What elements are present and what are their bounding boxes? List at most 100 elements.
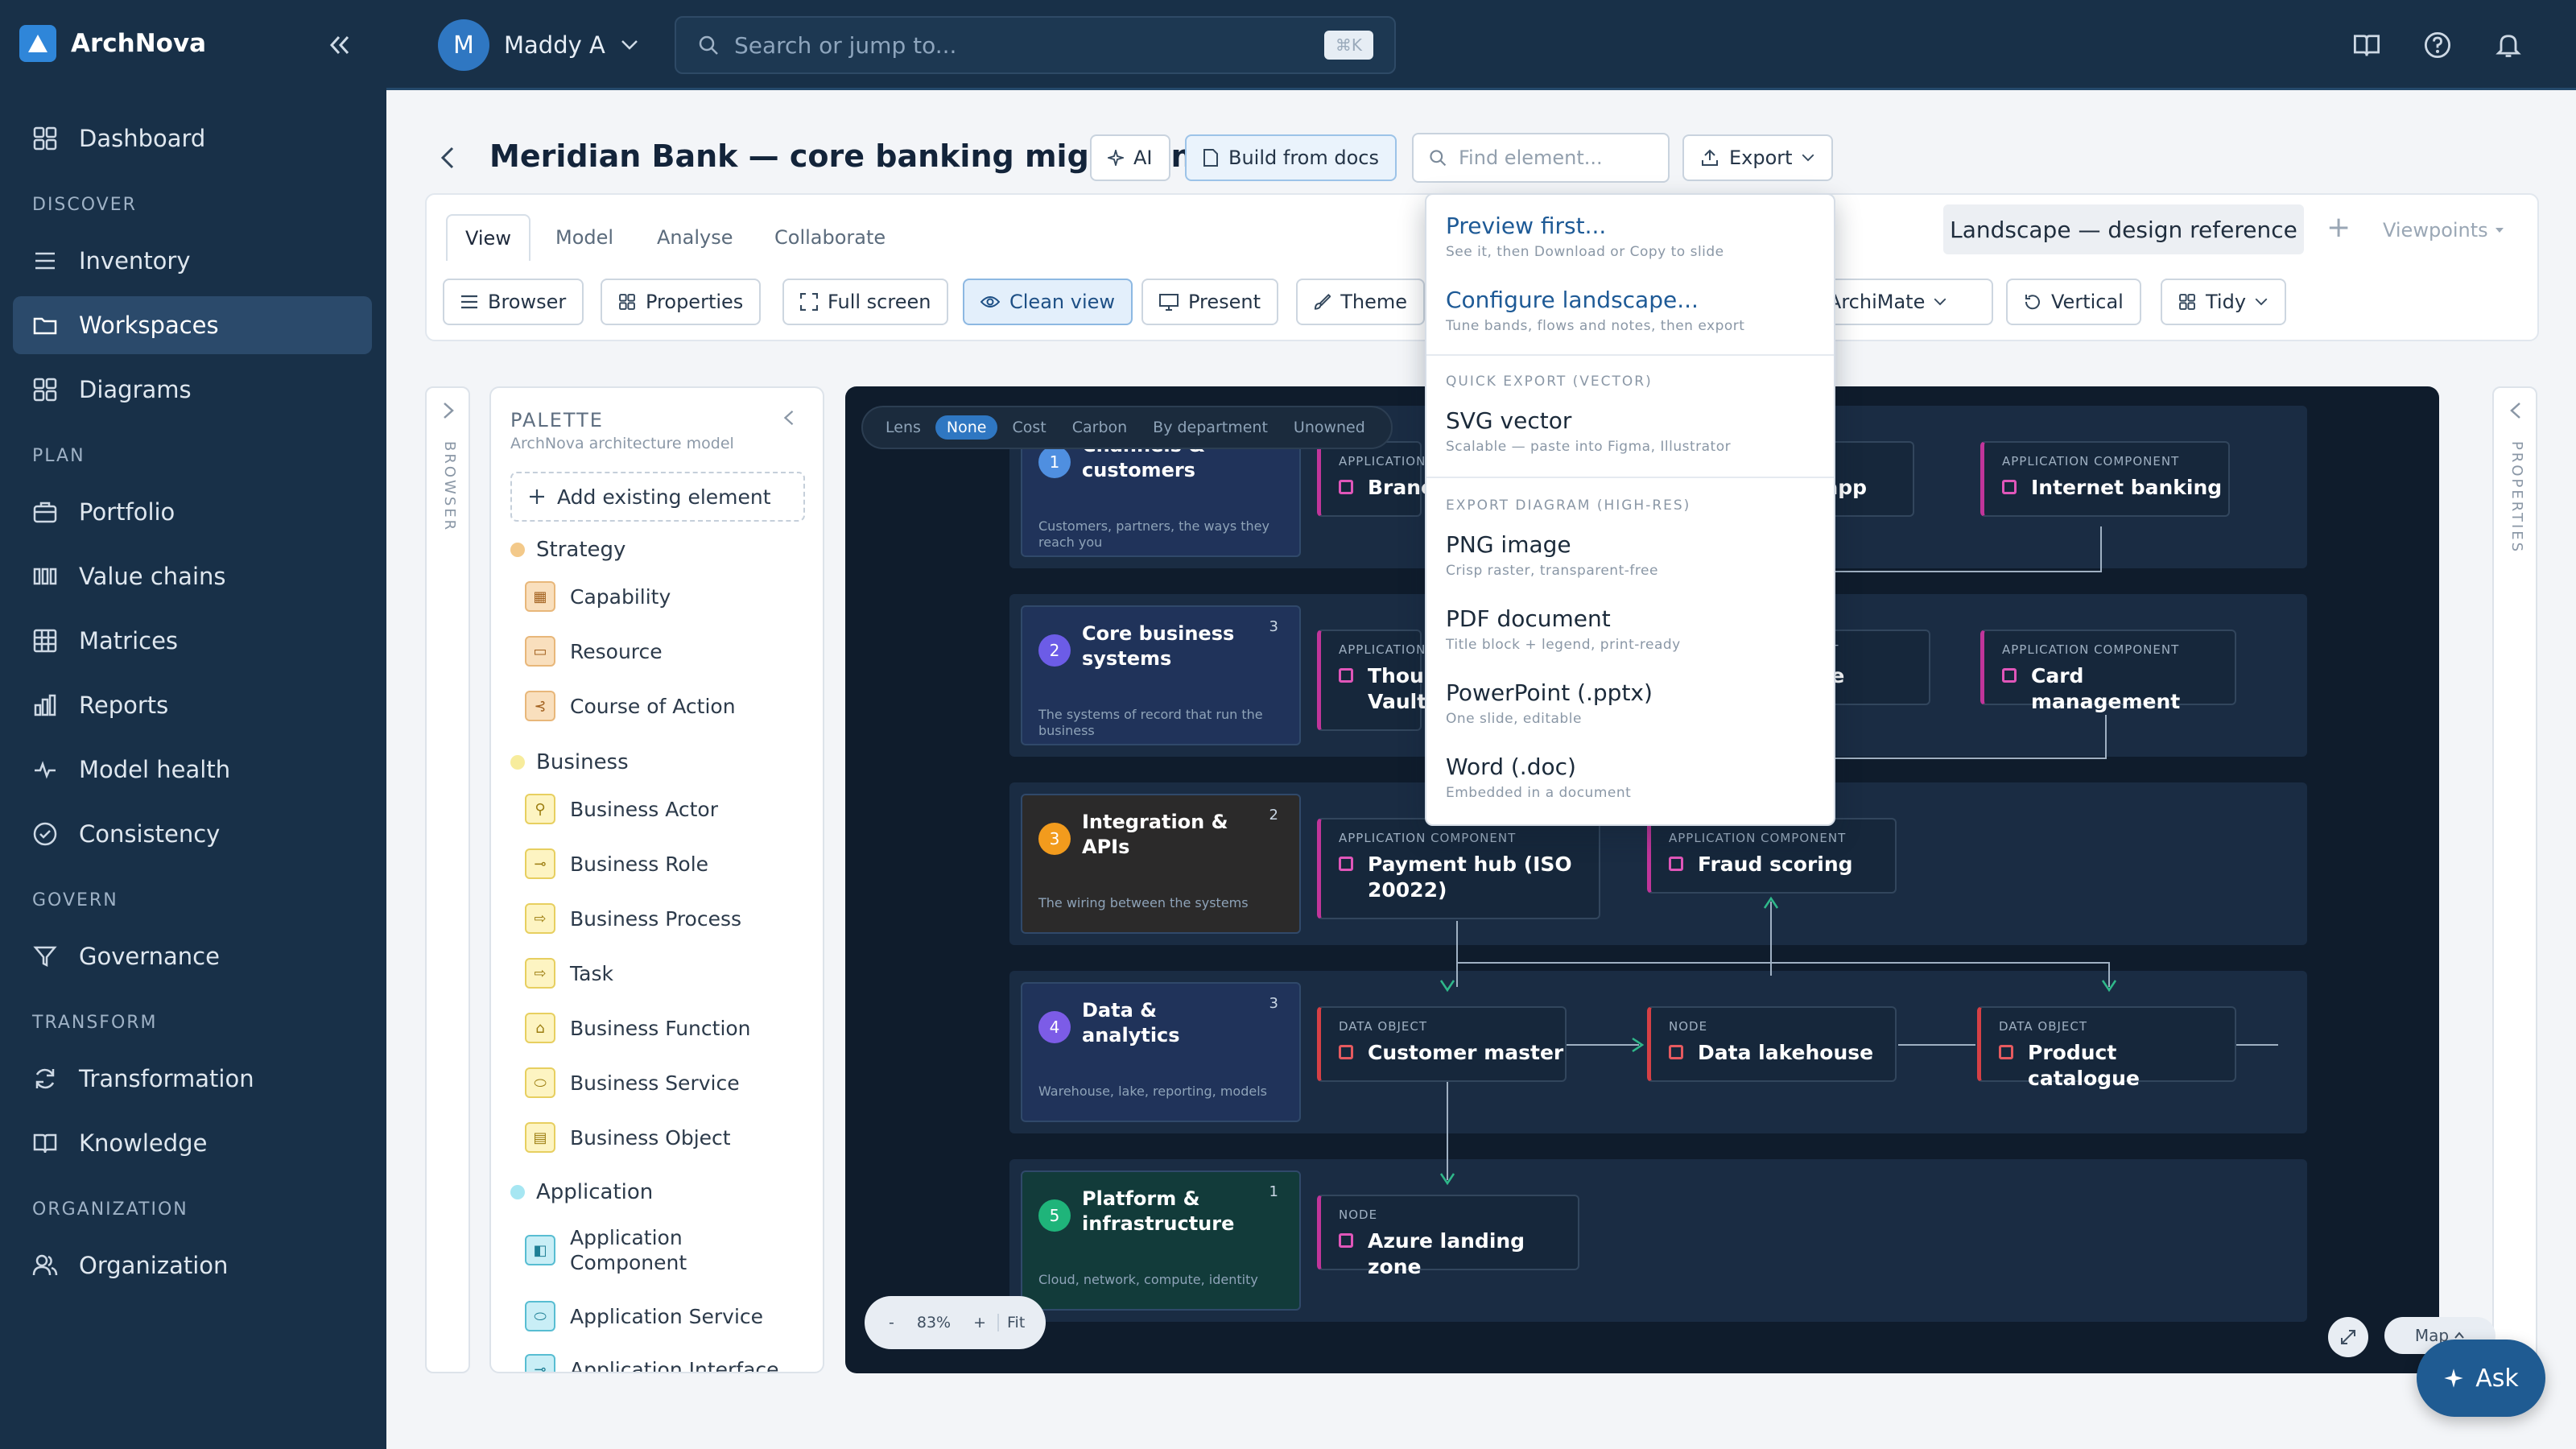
palette-item-course-of-action[interactable]: ⊰ Course of Action (525, 691, 736, 721)
node-internet-banking[interactable]: APPLICATION COMPONENT Internet banking (1980, 441, 2230, 517)
menu-item-pptx[interactable]: PowerPoint (.pptx) One slide, editable (1446, 679, 1816, 727)
palette-item-business-actor[interactable]: ⚲ Business Actor (525, 794, 718, 824)
viewpoint-landscape[interactable]: Landscape — design reference (1943, 204, 2304, 254)
browser-rail[interactable]: BROWSER (425, 386, 470, 1373)
vertical-layout-button[interactable]: Vertical (2006, 279, 2141, 325)
zoom-out-button[interactable]: - (877, 1314, 906, 1331)
band-header-5[interactable]: 5 Platform & infrastructure 1 Cloud, networ… (1021, 1170, 1301, 1311)
fit-button[interactable]: Fit (997, 1314, 1033, 1331)
add-existing-element-button[interactable]: Add existing element (510, 472, 805, 522)
theme-button[interactable]: Theme (1296, 279, 1425, 325)
chevron-left-icon[interactable] (781, 409, 797, 427)
ai-button[interactable]: AI (1090, 134, 1170, 181)
full-screen-button[interactable]: Full screen (782, 279, 949, 325)
tab-view[interactable]: View (446, 214, 530, 261)
sidebar-item-governance[interactable]: Governance (13, 927, 372, 985)
lens-unowned[interactable]: Unowned (1282, 415, 1377, 440)
lens-carbon[interactable]: Carbon (1061, 415, 1138, 440)
global-search[interactable]: Search or jump to... ⌘K (675, 16, 1396, 74)
sidebar-item-reports[interactable]: Reports (13, 676, 372, 734)
palette-item-business-service[interactable]: ⬭ Business Service (525, 1067, 740, 1098)
tab-analyse[interactable]: Analyse (639, 214, 750, 261)
help-icon[interactable] (2418, 26, 2457, 64)
menu-divider (1426, 354, 1834, 356)
group-application[interactable]: Application (510, 1180, 653, 1204)
user-menu[interactable]: M Maddy A (438, 19, 639, 71)
menu-item-png[interactable]: PNG image Crisp raster, transparent-free (1446, 531, 1816, 579)
palette-item-business-role[interactable]: ⊸ Business Role (525, 848, 708, 879)
node-data-lakehouse[interactable]: NODE Data lakehouse (1647, 1006, 1897, 1082)
node-customer-master[interactable]: DATA OBJECT Customer master (1317, 1006, 1567, 1082)
lens-none[interactable]: None (935, 415, 998, 440)
palette-item-business-process[interactable]: ⇨ Business Process (525, 903, 741, 934)
collapse-sidebar-icon[interactable] (322, 27, 357, 63)
back-chevron-icon[interactable] (435, 143, 460, 172)
clean-view-toggle[interactable]: Clean view (963, 279, 1133, 325)
palette-item-resource[interactable]: ▭ Resource (525, 636, 663, 667)
properties-rail[interactable]: PROPERTIES (2492, 386, 2537, 1373)
menu-item-svg[interactable]: SVG vector Scalable — paste into Figma, I… (1446, 407, 1816, 455)
palette-item-application-service[interactable]: ⬭ Application Service (525, 1301, 763, 1331)
expand-canvas-icon[interactable] (2328, 1317, 2368, 1357)
lens-by-department[interactable]: By department (1141, 415, 1279, 440)
menu-item-configure-landscape[interactable]: Configure landscape... Tune bands, flows … (1446, 287, 1816, 334)
band-header-2[interactable]: 2 Core business systems 3 The systems of re… (1021, 605, 1301, 745)
node-fraud-scoring[interactable]: APPLICATION COMPONENT Fraud scoring (1647, 818, 1897, 894)
lens-cost[interactable]: Cost (1001, 415, 1057, 440)
node-product-catalogue[interactable]: DATA OBJECT Product catalogue (1977, 1006, 2236, 1090)
node-payment-hub[interactable]: APPLICATION COMPONENT Payment hub (ISO 20… (1317, 818, 1600, 919)
sidebar-item-consistency[interactable]: Consistency (13, 805, 372, 863)
group-strategy[interactable]: Strategy (510, 538, 625, 562)
node-azure-landing-zone[interactable]: NODE Azure landing zone (1317, 1195, 1579, 1278)
find-element-input[interactable]: Find element... (1412, 133, 1670, 183)
browser-toggle[interactable]: Browser (443, 279, 584, 325)
tidy-grid-icon (2179, 294, 2195, 310)
brand[interactable]: ArchNova (19, 25, 206, 62)
folder-icon (33, 317, 57, 335)
dashboard-icon (33, 126, 57, 151)
sidebar-item-organization[interactable]: Organization (13, 1236, 372, 1294)
band-title: Platform & infrastructure (1082, 1187, 1235, 1235)
properties-toggle[interactable]: Properties (601, 279, 762, 325)
menu-item-pdf[interactable]: PDF document Title block + legend, print-… (1446, 605, 1816, 653)
node-card-management[interactable]: APPLICATION COMPONENT Card management (1980, 630, 2236, 713)
palette-item-business-function[interactable]: ⌂ Business Function (525, 1013, 751, 1043)
present-button[interactable]: Present (1141, 279, 1279, 325)
band-header-3[interactable]: 3 Integration & APIs 2 The wiring between t… (1021, 794, 1301, 934)
sidebar-item-portfolio[interactable]: Portfolio (13, 483, 372, 541)
sidebar-item-inventory[interactable]: Inventory (13, 232, 372, 290)
add-viewpoint-button[interactable]: + (2326, 211, 2351, 244)
zoom-in-button[interactable]: + (962, 1314, 997, 1331)
search-input[interactable]: Search or jump to... (734, 32, 956, 59)
build-from-docs-button[interactable]: Build from docs (1185, 134, 1397, 181)
lens-selector[interactable]: Lens None Cost Carbon By department Unow… (861, 406, 1393, 449)
tidy-dropdown[interactable]: Tidy (2161, 279, 2287, 325)
palette-item-task[interactable]: ⇨ Task (525, 958, 613, 989)
viewpoints-dropdown[interactable]: Viewpoints (2383, 219, 2504, 242)
sidebar-item-dashboard[interactable]: Dashboard (13, 109, 372, 167)
group-business[interactable]: Business (510, 750, 629, 774)
menu-item-doc[interactable]: Word (.doc) Embedded in a document (1446, 753, 1816, 801)
node-branch-app[interactable]: APPLICATION Branc (1317, 441, 1433, 517)
bell-icon[interactable] (2489, 26, 2528, 64)
tab-collaborate[interactable]: Collaborate (757, 214, 903, 261)
node-thought-vault[interactable]: APPLICATION Thou Vault (1317, 630, 1426, 731)
sidebar-item-matrices[interactable]: Matrices (13, 612, 372, 670)
tab-model[interactable]: Model (538, 214, 631, 261)
sidebar-item-diagrams[interactable]: Diagrams (13, 361, 372, 419)
sidebar-item-transformation[interactable]: Transformation (13, 1050, 372, 1108)
palette-item-capability[interactable]: ▦ Capability (525, 581, 671, 612)
sidebar-item-knowledge[interactable]: Knowledge (13, 1114, 372, 1172)
export-button[interactable]: Export (1682, 134, 1833, 181)
menu-item-preview[interactable]: Preview first... See it, then Download or… (1446, 213, 1816, 260)
sidebar-item-workspaces[interactable]: Workspaces (13, 296, 372, 354)
sidebar-item-model-health[interactable]: Model health (13, 741, 372, 799)
ask-assistant-button[interactable]: Ask (2417, 1340, 2545, 1417)
palette-item-application-interface[interactable]: ⊸ Application Interface (525, 1354, 779, 1372)
user-name: Maddy A (504, 31, 605, 59)
docs-book-icon[interactable] (2347, 26, 2386, 64)
band-header-4[interactable]: 4 Data & analytics 3 Warehouse, lake, repor… (1021, 982, 1301, 1122)
palette-item-business-object[interactable]: ▤ Business Object (525, 1122, 731, 1153)
palette-item-application-component[interactable]: ◧ Application Component (525, 1225, 799, 1275)
sidebar-item-value-chains[interactable]: Value chains (13, 547, 372, 605)
